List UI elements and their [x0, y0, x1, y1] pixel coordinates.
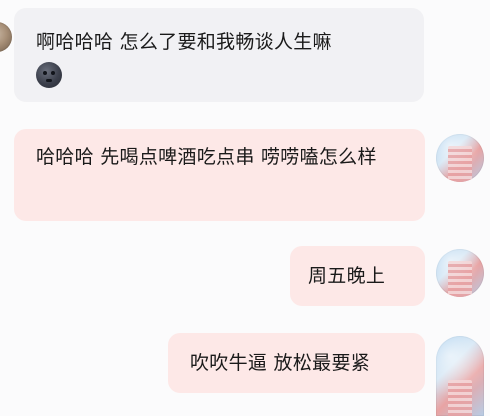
contact-avatar[interactable] — [0, 22, 12, 52]
message-text: 哈哈哈 先喝点啤酒吃点串 唠唠嗑怎么样 — [36, 146, 377, 168]
outgoing-message-bubble[interactable]: 哈哈哈 先喝点啤酒吃点串 唠唠嗑怎么样 — [14, 129, 425, 221]
message-text: 吹吹牛逼 放松最要紧 — [190, 352, 371, 374]
outgoing-message-bubble[interactable]: 吹吹牛逼 放松最要紧 — [168, 333, 425, 393]
chat-conversation: 啊哈哈哈 怎么了要和我畅谈人生嘛 哈哈哈 先喝点啤酒吃点串 唠唠嗑怎么样 周五晚… — [0, 0, 490, 416]
my-avatar[interactable] — [436, 249, 484, 297]
my-avatar[interactable] — [436, 134, 484, 182]
message-text: 啊哈哈哈 怎么了要和我畅谈人生嘛 — [36, 31, 332, 53]
dark-moon-face-emoji-icon — [36, 62, 62, 88]
incoming-message-bubble[interactable]: 啊哈哈哈 怎么了要和我畅谈人生嘛 — [14, 8, 424, 102]
message-text: 周五晚上 — [308, 265, 386, 287]
outgoing-message-bubble[interactable]: 周五晚上 — [290, 246, 425, 306]
my-avatar[interactable] — [436, 336, 484, 416]
